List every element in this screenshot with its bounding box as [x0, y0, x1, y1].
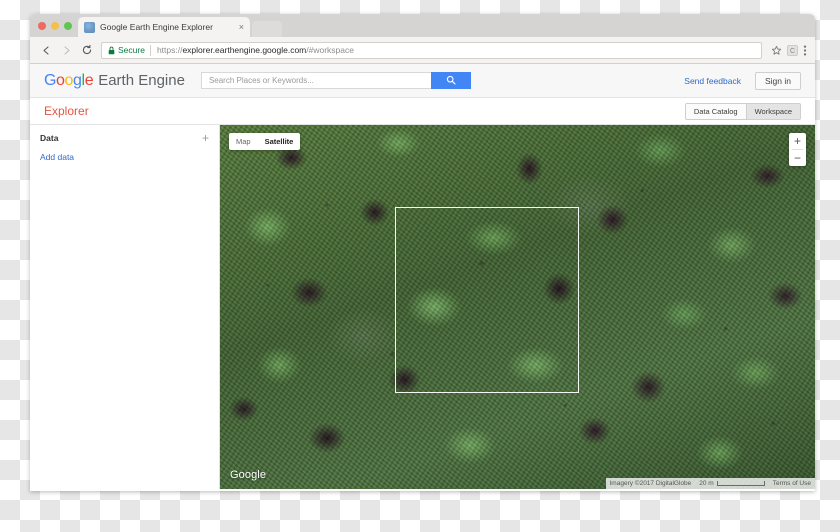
page-viewport: Google Earth Engine Search Places or Key… [30, 64, 815, 490]
zoom-out-button[interactable]: − [789, 150, 806, 166]
map-canvas[interactable]: Map Satellite + − Google Imagery ©2017 D… [220, 125, 815, 489]
three-dot-menu-icon[interactable] [803, 44, 807, 57]
scale-bar-graphic [716, 481, 765, 486]
url-path: /#workspace [306, 45, 354, 55]
header-actions: Send feedback Sign in [684, 71, 801, 90]
page-title: Explorer [44, 104, 89, 118]
explorer-bar: Explorer Data Catalog Workspace [30, 98, 815, 125]
app-header: Google Earth Engine Search Places or Key… [30, 64, 815, 98]
search-button[interactable] [430, 72, 471, 90]
logo-letter-o2: o [64, 71, 74, 89]
logo-letter-g2: g [73, 71, 82, 89]
scale-label: 20 m [699, 480, 714, 487]
tab-data-catalog[interactable]: Data Catalog [685, 103, 746, 119]
brand-lockup[interactable]: Google Earth Engine [44, 72, 185, 90]
zoom-control: + − [789, 133, 806, 166]
map-attribution-bar: Imagery ©2017 DigitalGlobe 20 m Terms of… [605, 478, 815, 489]
map-scale: 20 m [695, 478, 769, 489]
back-arrow-icon[interactable] [38, 42, 55, 59]
logo-letter-o1: o [56, 71, 65, 89]
window-minimize-button[interactable] [51, 22, 59, 30]
add-data-link[interactable]: Add data [40, 152, 209, 162]
reload-arrow-icon[interactable] [78, 42, 95, 59]
globe-favicon-icon [84, 21, 95, 33]
data-section-header: Data + [40, 132, 209, 144]
map-type-map[interactable]: Map [229, 133, 258, 150]
browser-tab[interactable]: Google Earth Engine Explorer × [78, 17, 250, 37]
window-close-button[interactable] [38, 22, 46, 30]
send-feedback-link[interactable]: Send feedback [684, 76, 741, 86]
google-logo: Google [44, 71, 94, 90]
zoom-in-button[interactable]: + [789, 133, 806, 149]
map-type-switcher: Map Satellite [229, 133, 301, 150]
tab-workspace[interactable]: Workspace [745, 103, 800, 119]
map-type-satellite[interactable]: Satellite [258, 133, 301, 150]
browser-tab-strip: Google Earth Engine Explorer × [30, 14, 815, 37]
new-tab-button[interactable] [252, 21, 282, 37]
sidebar: Data + Add data [30, 125, 220, 489]
search-icon [446, 72, 456, 90]
google-watermark: Google [230, 469, 267, 481]
forward-arrow-icon[interactable] [58, 42, 75, 59]
omnibox-divider [149, 44, 151, 56]
main-content: Data + Add data Map Satellite + − Google… [30, 125, 815, 489]
extension-icon[interactable]: C [786, 44, 799, 57]
tab-title: Google Earth Engine Explorer [100, 22, 213, 32]
imagery-attribution: Imagery ©2017 DigitalGlobe [605, 478, 696, 489]
close-icon[interactable]: × [235, 22, 244, 32]
browser-window: Google Earth Engine Explorer × Secure ht… [30, 14, 815, 491]
terms-of-use-link[interactable]: Terms of Use [768, 478, 815, 489]
svg-text:C: C [790, 48, 795, 55]
address-bar[interactable]: Secure https:// explorer.earthengine.goo… [101, 41, 762, 59]
lock-icon [108, 46, 115, 55]
logo-letter-e: e [84, 71, 94, 89]
url-scheme: https:// [156, 45, 183, 55]
view-switcher: Data Catalog Workspace [684, 102, 801, 120]
star-icon[interactable] [771, 45, 782, 56]
secure-label: Secure [118, 45, 145, 55]
add-layer-icon[interactable]: + [202, 132, 209, 144]
url-host: explorer.earthengine.google.com [182, 45, 307, 55]
sign-in-button[interactable]: Sign in [755, 71, 801, 90]
search-input[interactable]: Search Places or Keywords... [200, 72, 431, 89]
search-form: Search Places or Keywords... [200, 72, 471, 90]
window-maximize-button[interactable] [64, 22, 72, 30]
product-name: Earth Engine [98, 71, 185, 89]
data-section-label: Data [40, 133, 59, 143]
logo-letter-g1: G [44, 71, 57, 89]
browser-toolbar: Secure https:// explorer.earthengine.goo… [30, 37, 815, 64]
selection-rectangle[interactable] [395, 207, 579, 393]
